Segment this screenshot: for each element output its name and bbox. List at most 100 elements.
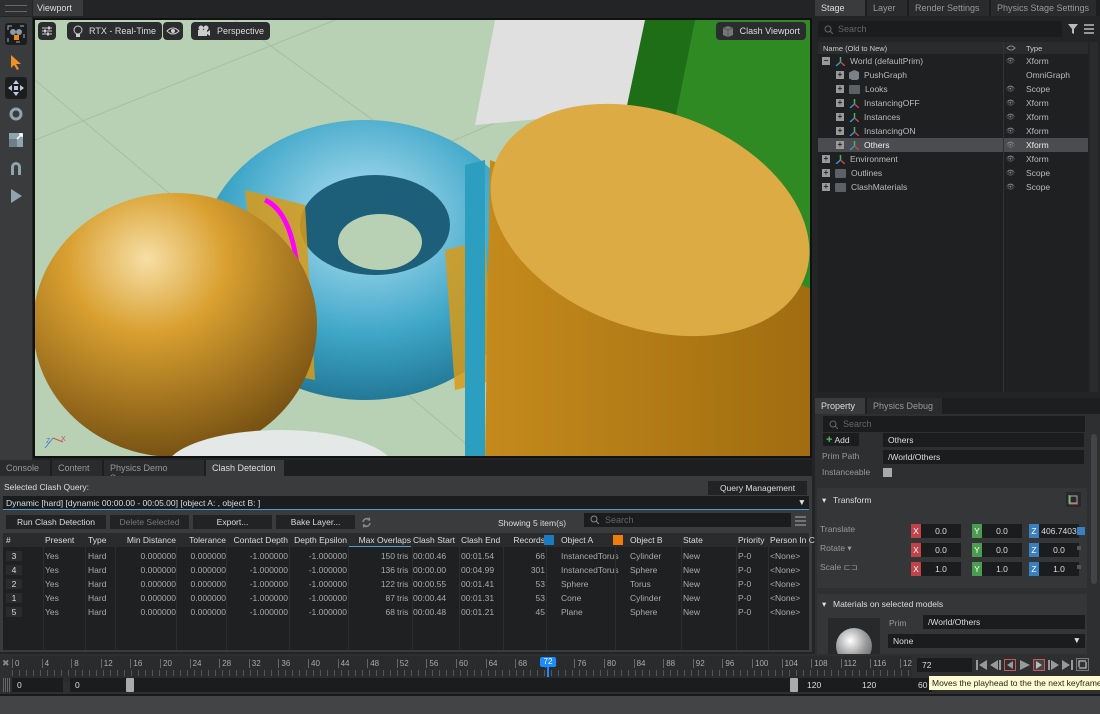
- material-prim-field[interactable]: /World/Others: [923, 615, 1085, 629]
- viewport[interactable]: Z X RTX - Real-Time Perspective Clash Vi…: [33, 18, 812, 458]
- export-button[interactable]: Export...: [193, 515, 272, 529]
- table-row[interactable]: 2 Yes Hard 0.000000 0.000000 -1.000000 -1.0000…: [3, 577, 809, 591]
- tab-content[interactable]: Content: [52, 460, 102, 476]
- range-slider-track[interactable]: [120, 678, 920, 692]
- tab-stage[interactable]: Stage: [815, 0, 865, 16]
- scale-z-field[interactable]: Z 1.0: [1029, 562, 1079, 576]
- rotate-y-value[interactable]: 0.0: [982, 543, 1022, 557]
- next-keyframe-icon[interactable]: [1033, 658, 1045, 671]
- start-time-field[interactable]: 0: [12, 678, 63, 692]
- column-header[interactable]: Clash Start: [413, 535, 455, 545]
- expand-icon[interactable]: +: [822, 155, 830, 163]
- expand-icon[interactable]: +: [836, 113, 844, 121]
- delete-selected-button[interactable]: Delete Selected: [110, 515, 189, 529]
- clash-search-input[interactable]: Search: [584, 513, 791, 527]
- eye-icon[interactable]: 👁: [1006, 113, 1018, 121]
- column-header[interactable]: Contact Depth: [228, 535, 288, 545]
- scale-x-value[interactable]: 1.0: [921, 562, 961, 576]
- tree-row[interactable]: + InstancingON 👁 Xform: [818, 124, 1088, 138]
- loop-icon[interactable]: [1076, 658, 1089, 671]
- expand-icon[interactable]: +: [836, 127, 844, 135]
- tab-viewport[interactable]: Viewport: [33, 0, 83, 16]
- eye-icon[interactable]: 👁: [1006, 155, 1018, 163]
- table-row[interactable]: 5 Yes Hard 0.000000 0.000000 -1.000000 -1.0000…: [3, 605, 809, 619]
- tree-row[interactable]: + Outlines 👁 Scope: [818, 166, 1088, 180]
- tab-clash-detection[interactable]: Clash Detection: [206, 460, 284, 476]
- column-header[interactable]: Type: [88, 535, 106, 545]
- transform-header[interactable]: Transform: [833, 495, 871, 505]
- name-column-header[interactable]: Name (Old to New): [818, 44, 887, 53]
- column-header[interactable]: Max Overlaps: [351, 535, 411, 545]
- expand-icon[interactable]: +: [822, 183, 830, 191]
- column-header[interactable]: Min Distance: [118, 535, 176, 545]
- column-header[interactable]: Records: [507, 535, 545, 545]
- range-grip[interactable]: [3, 678, 10, 692]
- tree-row[interactable]: + Others 👁 Xform: [818, 138, 1088, 152]
- tab-render-settings[interactable]: Render Settings: [909, 0, 989, 16]
- rotate-tool-button[interactable]: [5, 103, 27, 125]
- eye-icon[interactable]: 👁: [1006, 183, 1018, 191]
- eye-icon[interactable]: 👁: [1006, 169, 1018, 177]
- eye-icon[interactable]: 👁: [1006, 127, 1018, 135]
- camera-button[interactable]: Perspective: [191, 22, 271, 40]
- eye-icon[interactable]: 👁: [1006, 99, 1018, 107]
- rotate-z-field[interactable]: Z 0.0: [1029, 543, 1079, 557]
- move-tool-button[interactable]: [5, 77, 27, 99]
- expand-icon[interactable]: +: [836, 141, 844, 149]
- clash-viewport-button[interactable]: Clash Viewport: [715, 22, 806, 40]
- stage-scrollbar[interactable]: [1090, 42, 1098, 392]
- column-header[interactable]: Present: [45, 535, 74, 545]
- tree-row[interactable]: + Instances 👁 Xform: [818, 110, 1088, 124]
- next-frame-icon[interactable]: [1048, 659, 1059, 671]
- tree-row[interactable]: + Environment 👁 Xform: [818, 152, 1088, 166]
- transform-collapse-icon[interactable]: ▾: [822, 495, 826, 506]
- range-start-handle[interactable]: [126, 678, 134, 692]
- refresh-icon[interactable]: [361, 517, 372, 528]
- tree-row[interactable]: + PushGraph OmniGraph: [818, 68, 1088, 82]
- column-header[interactable]: Person In C: [770, 535, 815, 545]
- scale-tool-button[interactable]: [5, 129, 27, 151]
- rotate-keyframe-indicator[interactable]: [1077, 546, 1081, 550]
- column-header[interactable]: Priority: [738, 535, 764, 545]
- tree-row[interactable]: − World (defaultPrim) 👁 Xform: [818, 54, 1088, 68]
- play-tool-button[interactable]: [5, 185, 27, 207]
- play-icon[interactable]: [1019, 659, 1030, 671]
- tab-physics-debug[interactable]: Physics Debug: [867, 398, 942, 414]
- tab-physics-stage-settings[interactable]: Physics Stage Settings: [991, 0, 1096, 16]
- eye-icon[interactable]: 👁: [1006, 85, 1018, 93]
- expand-icon[interactable]: +: [836, 99, 844, 107]
- rotate-y-field[interactable]: Y 0.0: [972, 543, 1022, 557]
- last-frame-icon[interactable]: [1062, 659, 1073, 671]
- tab-console[interactable]: Console: [0, 460, 50, 476]
- close-timeline-icon[interactable]: ✖: [2, 658, 10, 669]
- table-row[interactable]: 1 Yes Hard 0.000000 0.000000 -1.000000 -1.0000…: [3, 591, 809, 605]
- range-end-handle[interactable]: [790, 678, 798, 692]
- scale-z-value[interactable]: 1.0: [1039, 562, 1079, 576]
- stage-search-input[interactable]: Search: [818, 21, 1062, 37]
- clash-query-dropdown[interactable]: Dynamic [hard] [dynamic 00:00.00 - 00:05…: [3, 496, 809, 510]
- visibility-button[interactable]: [163, 22, 183, 40]
- tree-row[interactable]: + ClashMaterials 👁 Scope: [818, 180, 1088, 194]
- rotate-z-value[interactable]: 0.0: [1039, 543, 1079, 557]
- translate-x-value[interactable]: 0.0: [921, 524, 961, 538]
- scale-y-field[interactable]: Y 1.0: [972, 562, 1022, 576]
- table-row[interactable]: 4 Yes Hard 0.000000 0.000000 -1.000000 -1.0000…: [3, 563, 809, 577]
- prim-name-field[interactable]: Others: [883, 433, 1084, 447]
- tree-row[interactable]: + Looks 👁 Scope: [818, 82, 1088, 96]
- end-time-field[interactable]: 120: [857, 678, 910, 692]
- previous-frame-icon[interactable]: [990, 659, 1001, 671]
- expand-icon[interactable]: +: [836, 71, 844, 79]
- range-start-field[interactable]: 0: [70, 678, 120, 692]
- property-search-input[interactable]: Search: [823, 416, 1085, 432]
- tab-property[interactable]: Property: [815, 398, 865, 414]
- eye-icon[interactable]: 👁: [1006, 141, 1018, 149]
- render-mode-button[interactable]: RTX - Real-Time: [67, 22, 163, 40]
- rotate-x-field[interactable]: X 0.0: [911, 543, 961, 557]
- bake-layer-button[interactable]: Bake Layer...: [276, 515, 355, 529]
- column-header[interactable]: State: [683, 535, 703, 545]
- run-clash-detection-button[interactable]: Run Clash Detection: [6, 515, 106, 529]
- translate-y-value[interactable]: 0.0: [982, 524, 1022, 538]
- column-header[interactable]: Clash End: [461, 535, 500, 545]
- prim-path-field[interactable]: /World/Others: [883, 450, 1084, 464]
- translate-z-value[interactable]: 406.7403: [1039, 524, 1079, 538]
